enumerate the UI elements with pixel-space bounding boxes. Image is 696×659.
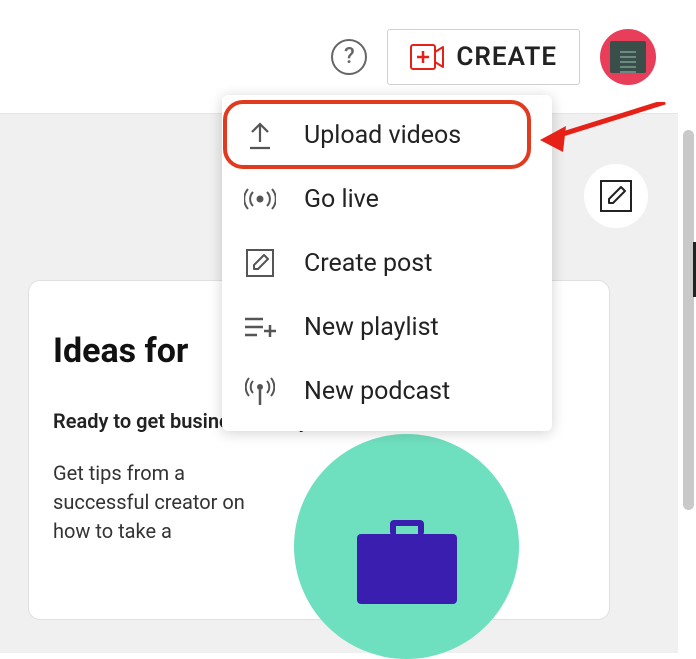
card-body: Get tips from a successful creator on ho… (53, 459, 273, 546)
menu-item-label: New podcast (304, 377, 450, 406)
menu-item-label: Go live (304, 185, 379, 214)
card-illustration (294, 434, 519, 659)
menu-item-label: New playlist (304, 313, 439, 342)
menu-item-label: Create post (304, 249, 432, 278)
menu-item-create-post[interactable]: Create post (222, 231, 552, 295)
avatar-image (610, 41, 646, 73)
podcast-icon (242, 375, 278, 407)
menu-item-upload-videos[interactable]: Upload videos (222, 103, 552, 167)
scrollbar[interactable] (683, 130, 694, 510)
create-camera-icon (410, 44, 444, 70)
upload-icon (242, 120, 278, 150)
create-dropdown-menu: Upload videos Go live Create post (222, 95, 552, 431)
help-button[interactable]: ? (331, 39, 367, 75)
create-button[interactable]: CREATE (387, 29, 580, 85)
create-button-label: CREATE (456, 42, 557, 72)
live-icon (242, 187, 278, 211)
briefcase-icon (352, 520, 462, 610)
post-icon (242, 247, 278, 279)
menu-item-new-playlist[interactable]: New playlist (222, 295, 552, 359)
playlist-icon (242, 315, 278, 339)
menu-item-label: Upload videos (304, 121, 461, 150)
pencil-icon (598, 178, 634, 214)
menu-item-new-podcast[interactable]: New podcast (222, 359, 552, 423)
avatar[interactable] (600, 29, 656, 85)
help-icon: ? (344, 44, 355, 69)
edit-button[interactable] (584, 164, 648, 228)
menu-item-go-live[interactable]: Go live (222, 167, 552, 231)
